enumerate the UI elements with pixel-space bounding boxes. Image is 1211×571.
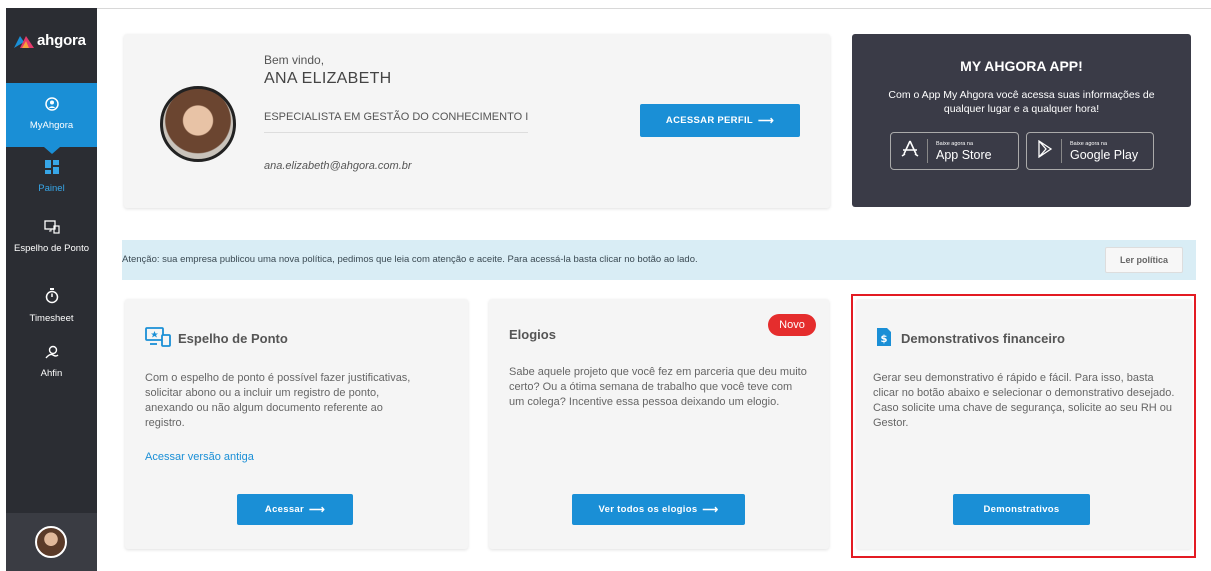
store-name: Google Play [1070, 147, 1139, 162]
google-play-button[interactable]: Baixe agora na Google Play [1026, 132, 1154, 170]
arrow-right-icon: ⟶ [702, 504, 719, 516]
sidebar-item-myahgora[interactable]: MyAhgora [6, 83, 97, 154]
user-role: ESPECIALISTA EM GESTÃO DO CONHECIMENTO I [264, 111, 529, 123]
sidebar-item-label: Ahfin [40, 368, 63, 379]
button-label: Ver todos os elogios [598, 504, 698, 515]
user-name: ANA ELIZABETH [264, 70, 392, 87]
divider [264, 132, 528, 133]
sidebar-item-label: Espelho de Ponto [13, 243, 89, 254]
espelho-de-ponto-card: Espelho de Ponto Com o espelho de ponto … [125, 299, 468, 549]
sidebar-item-painel[interactable]: Painel [6, 160, 97, 194]
sidebar-user-area [6, 513, 97, 571]
card-title: Elogios [509, 327, 556, 342]
arrow-right-icon: ⟶ [758, 115, 775, 127]
ahgora-logo-icon [14, 34, 34, 48]
elogios-card: Novo Elogios Sabe aquele projeto que voc… [489, 299, 829, 549]
top-divider [97, 8, 1211, 9]
access-button[interactable]: Acessar ⟶ [237, 494, 353, 525]
old-version-link[interactable]: Acessar versão antiga [145, 451, 254, 463]
notice-text: Atenção: sua empresa publicou uma nova p… [122, 254, 698, 265]
ahgora-logo[interactable]: ahgora [14, 32, 86, 49]
arrow-right-icon: ⟶ [309, 504, 326, 516]
logo-text: ahgora [37, 32, 86, 49]
ahfin-icon [6, 345, 97, 364]
app-store-button[interactable]: Baixe agora na App Store [890, 132, 1019, 170]
store-name: App Store [936, 147, 992, 162]
card-title-text: Espelho de Ponto [178, 331, 288, 346]
app-store-icon [901, 140, 919, 163]
divider [1061, 139, 1062, 163]
profile-card: Bem vindo, ANA ELIZABETH ESPECIALISTA EM… [124, 34, 830, 208]
store-small-text: Baixe agora na [1070, 140, 1107, 147]
card-description: Com o espelho de ponto é possível fazer … [145, 372, 411, 429]
button-label: ACESSAR PERFIL [665, 115, 753, 126]
card-title: Espelho de Ponto [145, 327, 288, 350]
read-policy-button[interactable]: Ler política [1105, 247, 1183, 273]
google-play-icon [1037, 139, 1053, 163]
policy-notice: Atenção: sua empresa publicou uma nova p… [122, 240, 1196, 280]
sidebar-item-timesheet[interactable]: Timesheet [6, 288, 97, 324]
user-circle-icon [6, 83, 97, 116]
access-profile-button[interactable]: ACESSAR PERFIL ⟶ [640, 104, 800, 137]
sidebar-item-label: MyAhgora [29, 120, 74, 131]
sidebar-item-espelho-de-ponto[interactable]: Espelho de Ponto [6, 220, 97, 254]
highlight-box [851, 294, 1196, 558]
app-title: MY AHGORA APP! [960, 58, 1083, 74]
card-title-text: Elogios [509, 327, 556, 342]
sidebar-item-label: Timesheet [29, 313, 74, 324]
time-mirror-icon [6, 220, 97, 239]
button-label: Acessar [264, 504, 304, 515]
dashboard-icon [6, 160, 97, 179]
app-description: Com o App My Ahgora você acessa suas inf… [888, 89, 1155, 115]
sidebar: ahgora MyAhgora Painel Espelho de Ponto … [6, 8, 97, 571]
my-ahgora-app-card: MY AHGORA APP! Com o App My Ahgora você … [852, 34, 1191, 207]
sidebar-item-label: Painel [38, 183, 65, 194]
stopwatch-icon [6, 288, 97, 309]
sidebar-item-ahfin[interactable]: Ahfin [6, 345, 97, 379]
time-mirror-icon [145, 327, 171, 350]
view-all-compliments-button[interactable]: Ver todos os elogios ⟶ [572, 494, 745, 525]
card-description: Sabe aquele projeto que você fez em parc… [509, 366, 807, 408]
profile-photo [160, 86, 236, 162]
user-email: ana.elizabeth@ahgora.com.br [264, 160, 412, 172]
welcome-text: Bem vindo, [264, 53, 325, 67]
avatar[interactable] [35, 526, 67, 558]
store-small-text: Baixe agora na [936, 140, 973, 147]
new-badge: Novo [768, 314, 816, 336]
divider [927, 139, 928, 163]
